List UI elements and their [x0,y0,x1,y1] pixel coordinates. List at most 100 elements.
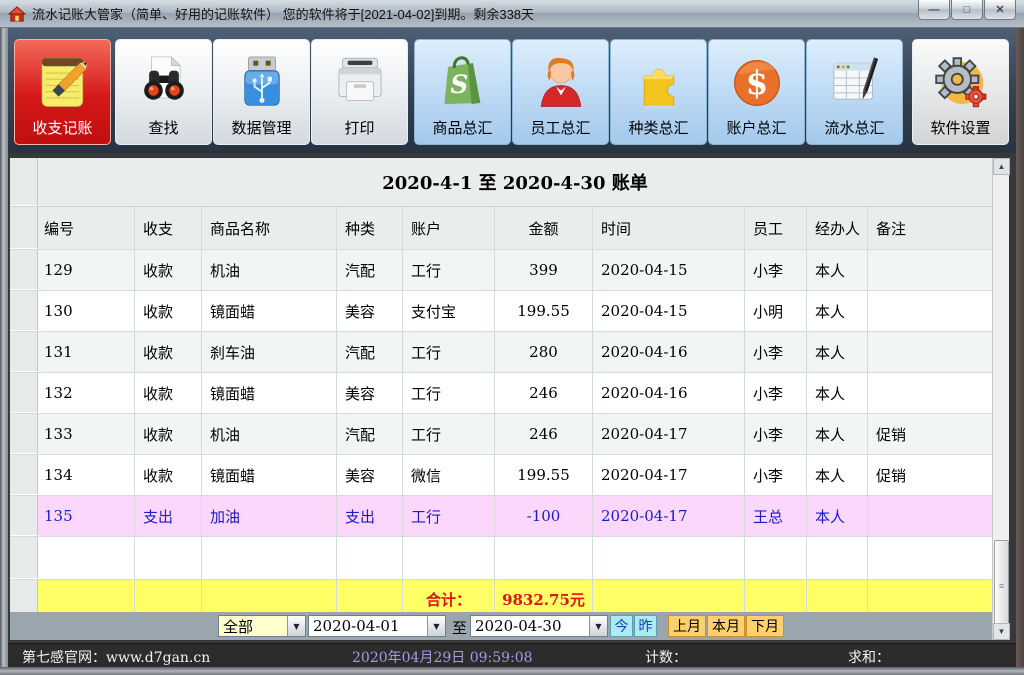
toolbar-button-settings[interactable]: 软件设置 [912,39,1009,145]
date-from-value: 2020-04-01 [309,617,427,635]
cell-id: 132 [38,373,135,413]
column-header[interactable]: 账户 [403,207,495,249]
table-row[interactable]: 131 收款 刹车油 汽配 工行 280 2020-04-16 小李 本人 [10,332,992,373]
toolbar-button-account-summary[interactable]: $ 账户总汇 [708,39,805,145]
cell-account: 工行 [403,414,495,454]
row-header-cell [10,158,38,206]
column-header[interactable]: 种类 [337,207,403,249]
column-header[interactable]: 金额 [495,207,593,249]
toolbar-button-product-summary[interactable]: S 商品总汇 [414,39,511,145]
cell-time: 2020-04-17 [593,414,745,454]
cell-handler: 本人 [807,496,868,536]
prev-month-button[interactable]: 上月 [668,615,706,637]
toolbar-button-search[interactable]: 查找 [115,39,212,145]
cell-type: 收款 [135,414,202,454]
maximize-button[interactable]: □ [951,0,983,20]
toolbar-button-category-summary[interactable]: 种类总汇 [610,39,707,145]
cell-account: 工行 [403,250,495,290]
row-header-cell [10,207,38,249]
toolbar-button-bookkeeping[interactable]: 收支记账 [14,39,111,145]
table-header-row: 编号 收支 商品名称 种类 账户 金额 时间 员工 经办人 备注 [10,207,992,250]
table-title-row: 2020-4-1 至 2020-4-30 账单 [10,158,992,207]
cell-blank [202,537,337,579]
cell-account: 微信 [403,455,495,495]
cell-account: 工行 [403,332,495,372]
table-row-expense-selected[interactable]: 135 支出 加油 支出 工行 -100 2020-04-17 王总 本人 [10,496,992,537]
cell-product: 镜面蜡 [202,373,337,413]
scroll-down-icon[interactable]: ▼ [993,623,1010,640]
chevron-down-icon[interactable]: ▼ [287,616,305,636]
cell-amount: 246 [495,373,593,413]
category-select[interactable]: 全部 ▼ [218,615,306,637]
toolbar-button-data-management[interactable]: 数据管理 [213,39,310,145]
row-header-cell[interactable] [10,537,38,579]
cell-amount: 280 [495,332,593,372]
toolbar-button-employee-summary[interactable]: 员工总汇 [512,39,609,145]
row-header-cell[interactable] [10,414,38,454]
filter-bar: 全部 ▼ 2020-04-01 ▼ 至 2020-04-30 ▼ 今 昨 上月 … [10,612,992,640]
table-row[interactable]: 134 收款 镜面蜡 美容 微信 199.55 2020-04-17 小李 本人… [10,455,992,496]
window-border-right [1016,28,1024,667]
cell-note: 促销 [868,414,992,454]
row-header-cell[interactable] [10,291,38,331]
chevron-down-icon[interactable]: ▼ [589,616,607,636]
row-header-cell[interactable] [10,496,38,536]
date-to-value: 2020-04-30 [471,617,589,635]
current-month-button[interactable]: 本月 [707,615,745,637]
notepad-pencil-icon [32,52,94,114]
binoculars-icon [133,52,195,114]
column-header[interactable]: 经办人 [807,207,868,249]
window-border-left [0,28,8,667]
printer-icon [329,52,391,114]
window-border-bottom [0,667,1024,675]
cell-product: 机油 [202,414,337,454]
toolbar-button-label: 收支记账 [32,120,92,137]
toolbar-button-label: 员工总汇 [530,120,590,137]
scrollbar-thumb[interactable]: ≡ [994,540,1009,632]
status-datetime: 2020年04月29日 09:59:08 [352,647,533,667]
row-header-cell[interactable] [10,373,38,413]
cell-type: 收款 [135,373,202,413]
table-row-empty[interactable] [10,537,992,580]
toolbar-button-flow-summary[interactable]: 流水总汇 [806,39,903,145]
cell-employee: 小李 [745,250,807,290]
cell-id: 131 [38,332,135,372]
table-row[interactable]: 133 收款 机油 汽配 工行 246 2020-04-17 小李 本人 促销 [10,414,992,455]
column-header[interactable]: 收支 [135,207,202,249]
next-month-button[interactable]: 下月 [746,615,784,637]
close-button[interactable]: ✕ [984,0,1016,20]
cell-handler: 本人 [807,414,868,454]
home-icon [8,6,26,22]
chevron-down-icon[interactable]: ▼ [427,616,445,636]
table-row[interactable]: 129 收款 机油 汽配 工行 399 2020-04-15 小李 本人 [10,250,992,291]
toolbar-button-label: 种类总汇 [628,120,688,137]
vertical-scrollbar[interactable]: ▲ ≡ ▼ [992,158,1009,640]
column-header[interactable]: 编号 [38,207,135,249]
column-header[interactable]: 商品名称 [202,207,337,249]
table-row[interactable]: 130 收款 镜面蜡 美容 支付宝 199.55 2020-04-15 小明 本… [10,291,992,332]
row-header-cell[interactable] [10,332,38,372]
column-header[interactable]: 时间 [593,207,745,249]
cell-blank [868,537,992,579]
date-to-select[interactable]: 2020-04-30 ▼ [470,615,608,637]
column-header[interactable]: 员工 [745,207,807,249]
yesterday-button[interactable]: 昨 [634,615,657,637]
minimize-button[interactable]: — [918,0,950,20]
date-from-select[interactable]: 2020-04-01 ▼ [308,615,446,637]
cell-time: 2020-04-15 [593,291,745,331]
window-controls: — □ ✕ [917,0,1016,20]
cell-employee: 小明 [745,291,807,331]
cell-type: 支出 [135,496,202,536]
window-title: 流水记账大管家（简单、好用的记账软件） 您的软件将于[2021-04-02]到期… [32,4,534,23]
row-header-cell[interactable] [10,455,38,495]
cell-note [868,250,992,290]
cell-account: 工行 [403,496,495,536]
ledger-table: 2020-4-1 至 2020-4-30 账单 编号 收支 商品名称 种类 账户… [10,158,992,610]
toolbar-button-print[interactable]: 打印 [311,39,408,145]
scroll-up-icon[interactable]: ▲ [993,158,1010,175]
today-button[interactable]: 今 [610,615,633,637]
cell-amount: -100 [495,496,593,536]
column-header[interactable]: 备注 [868,207,992,249]
table-row[interactable]: 132 收款 镜面蜡 美容 工行 246 2020-04-16 小李 本人 [10,373,992,414]
row-header-cell[interactable] [10,250,38,290]
